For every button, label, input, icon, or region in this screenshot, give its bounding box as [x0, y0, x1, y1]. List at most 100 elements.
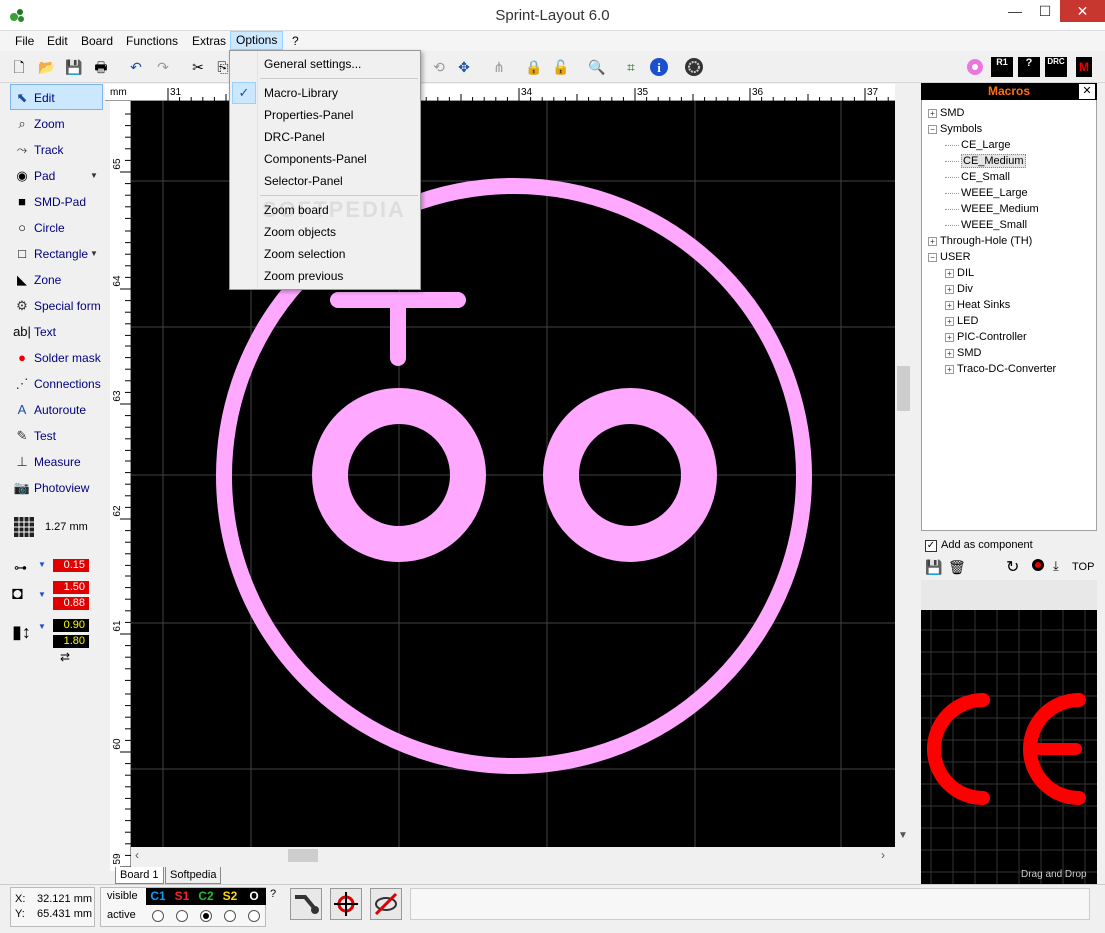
tree-item-weee-small[interactable]: WEEE_Small	[945, 217, 1027, 233]
expand-icon[interactable]: +	[945, 316, 954, 326]
pad-icon[interactable]	[1030, 557, 1046, 576]
dropdown-arrow-icon[interactable]: ▼	[38, 590, 46, 599]
scroll-right-icon[interactable]: ›	[881, 848, 885, 862]
center-icon[interactable]: ✥	[453, 57, 475, 77]
scroll-thumb[interactable]	[897, 366, 910, 411]
tool-special-form[interactable]: ⚙ Special form	[10, 295, 103, 317]
layer-toggle-s2[interactable]: S2	[218, 889, 242, 904]
tree-item-symbols[interactable]: − Symbols	[928, 121, 982, 137]
pad-inner-value[interactable]: 0.88	[53, 597, 89, 610]
tree-item-div[interactable]: + Div	[945, 281, 973, 297]
tool-measure[interactable]: ⊥ Measure	[10, 451, 103, 473]
macro-preview[interactable]: Drag and Drop	[921, 610, 1097, 886]
expand-icon[interactable]: +	[945, 332, 954, 342]
swap-icon[interactable]: ⇄	[60, 650, 70, 664]
help-question[interactable]: ?	[270, 888, 276, 900]
tool-edit[interactable]: ⬉ Edit	[10, 87, 103, 109]
menu-functions[interactable]: Functions	[121, 31, 183, 51]
new-file-icon[interactable]: 🗋	[8, 57, 30, 77]
menu-extras[interactable]: Extras	[187, 31, 231, 51]
menu-item-properties-panel[interactable]: Properties-Panel	[264, 104, 353, 126]
tree-item-smd[interactable]: + SMD	[928, 105, 964, 121]
scroll-thumb[interactable]	[288, 849, 318, 862]
drc-icon[interactable]: DRC	[1045, 57, 1067, 77]
m-icon[interactable]: M	[1076, 57, 1092, 77]
snap-button[interactable]	[330, 888, 362, 920]
collapse-icon[interactable]: −	[928, 252, 937, 262]
tool-track[interactable]: ⤳ Track	[10, 139, 103, 161]
tab-softpedia[interactable]: Softpedia	[165, 867, 222, 884]
track-width-value[interactable]: 0.15	[53, 559, 89, 572]
menu-item-zoom-board[interactable]: Zoom board	[264, 199, 329, 221]
rubberband-button[interactable]	[370, 888, 402, 920]
dropdown-arrow-icon[interactable]: ▼	[90, 165, 98, 187]
layer-toggle-s1[interactable]: S1	[170, 889, 194, 904]
scroll-left-icon[interactable]: ‹	[135, 848, 139, 862]
menu-item-zoom-previous[interactable]: Zoom previous	[264, 265, 343, 287]
tree-item-dil[interactable]: + DIL	[945, 265, 974, 281]
layer-radio-c2[interactable]	[200, 910, 212, 922]
close-icon[interactable]: ✕	[1079, 84, 1095, 99]
dropdown-arrow-icon[interactable]: ▼	[38, 622, 46, 631]
track-mode-button[interactable]	[290, 888, 322, 920]
dropdown-arrow-icon[interactable]: ▼	[90, 243, 98, 265]
menu-item-components-panel[interactable]: Components-Panel	[264, 148, 367, 170]
tree-item-pic-controller[interactable]: + PIC-Controller	[945, 329, 1027, 345]
vertical-scrollbar[interactable]: ▼	[895, 101, 912, 847]
menu-item-zoom-objects[interactable]: Zoom objects	[264, 221, 336, 243]
tool-pad[interactable]: ◉ Pad ▼	[10, 165, 103, 187]
menu-item-selector-panel[interactable]: Selector-Panel	[264, 170, 343, 192]
info-icon[interactable]: i	[648, 57, 670, 77]
rotate-icon[interactable]: ⟲	[428, 57, 450, 77]
top-label[interactable]: TOP	[1072, 561, 1094, 573]
expand-icon[interactable]: +	[945, 284, 954, 294]
tree-item-ce-small[interactable]: CE_Small	[945, 169, 1010, 185]
layer-radio-s2[interactable]	[224, 910, 236, 922]
scroll-down-icon[interactable]: ▼	[898, 830, 908, 841]
open-folder-icon[interactable]: 📂	[36, 57, 58, 77]
rotate-icon[interactable]: ↻	[1006, 557, 1019, 577]
menu-help[interactable]: ?	[287, 31, 304, 51]
tool-smd-pad[interactable]: ■ SMD-Pad	[10, 191, 103, 213]
undo-icon[interactable]: ↶	[125, 57, 147, 77]
layer-radio-s1[interactable]	[176, 910, 188, 922]
print-icon[interactable]: 🖶	[90, 57, 112, 77]
expand-icon[interactable]: +	[945, 348, 954, 358]
save-icon[interactable]: 💾	[925, 559, 942, 576]
unlock-icon[interactable]: 🔓	[550, 57, 572, 77]
zoom-icon[interactable]: 🔍	[586, 57, 608, 77]
menu-file[interactable]: File	[10, 31, 39, 51]
tree-item-smd[interactable]: + SMD	[945, 345, 981, 361]
tree-item-weee-large[interactable]: WEEE_Large	[945, 185, 1028, 201]
menu-item-macro-library[interactable]: Macro-Library	[264, 82, 338, 104]
tree-item-ce-large[interactable]: CE_Large	[945, 137, 1011, 153]
save-icon[interactable]: 💾	[63, 57, 85, 77]
tool-rectangle[interactable]: □ Rectangle ▼	[10, 243, 103, 265]
tree-item-traco-dc-converter[interactable]: + Traco-DC-Converter	[945, 361, 1056, 377]
minimize-button[interactable]: —	[1000, 0, 1030, 22]
tool-solder-mask[interactable]: ● Solder mask	[10, 347, 103, 369]
menu-item-drc-panel[interactable]: DRC-Panel	[264, 126, 325, 148]
tree-item-ce-medium[interactable]: CE_Medium	[945, 153, 1026, 169]
connect-icon[interactable]: ⋔	[488, 57, 510, 77]
tool-test[interactable]: ✎ Test	[10, 425, 103, 447]
expand-icon[interactable]: +	[928, 108, 937, 118]
layer-radio-o[interactable]	[248, 910, 260, 922]
expand-icon[interactable]: +	[945, 300, 954, 310]
menu-item-general-settings[interactable]: General settings...	[264, 53, 361, 75]
tool-text[interactable]: ab| Text	[10, 321, 103, 343]
cut-icon[interactable]: ✂	[187, 57, 209, 77]
r1-icon[interactable]: R1	[991, 57, 1013, 77]
maximize-button[interactable]: ☐	[1030, 0, 1060, 22]
pad-icon[interactable]	[964, 57, 986, 77]
menu-item-zoom-selection[interactable]: Zoom selection	[264, 243, 345, 265]
close-button[interactable]: ✕	[1060, 0, 1105, 22]
layer-toggle-o[interactable]: O	[242, 889, 266, 904]
smd-width-value[interactable]: 0.90	[53, 619, 89, 632]
menu-edit[interactable]: Edit	[42, 31, 73, 51]
crop-icon[interactable]: ⌗	[620, 57, 642, 77]
expand-icon[interactable]: +	[945, 268, 954, 278]
menu-board[interactable]: Board	[76, 31, 118, 51]
tool-connections[interactable]: ⋰ Connections	[10, 373, 103, 395]
expand-icon[interactable]: +	[945, 364, 954, 374]
